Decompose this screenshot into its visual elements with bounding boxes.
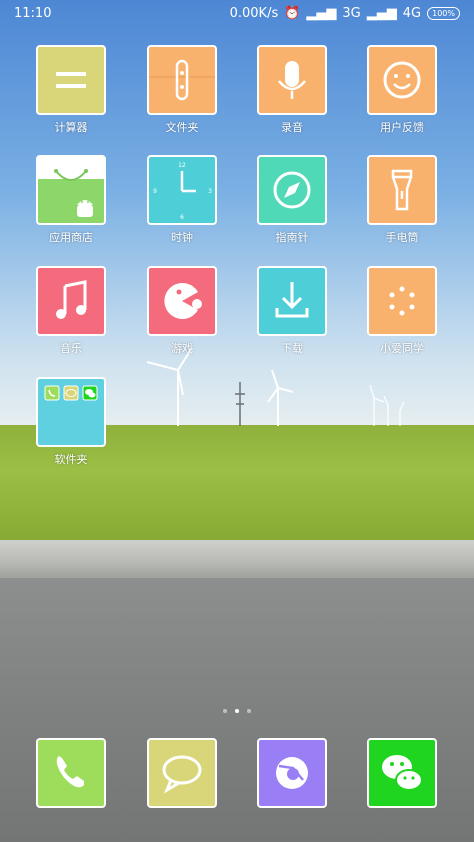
app-flashlight[interactable]: 手电筒 xyxy=(352,155,452,245)
app-label: 用户反馈 xyxy=(380,121,424,134)
signal-icon: ▂▄▆ xyxy=(306,6,337,21)
app-label: 指南针 xyxy=(275,231,309,244)
status-time: 11:10 xyxy=(14,6,52,21)
app-games[interactable]: 游戏 xyxy=(132,266,232,356)
battery-indicator: 100% xyxy=(427,7,460,20)
wechat-icon xyxy=(367,738,437,808)
status-right-group: 0.00K/s ⏰ ▂▄▆ 3G ▂▄▆ 4G 100% xyxy=(230,6,460,21)
page-dot[interactable] xyxy=(223,709,227,713)
microphone-icon xyxy=(257,45,327,115)
app-label: 下载 xyxy=(281,342,303,355)
app-feedback[interactable]: 用户反馈 xyxy=(352,45,452,135)
compass-icon xyxy=(257,155,327,225)
app-compass[interactable]: 指南针 xyxy=(242,155,342,245)
app-label: 计算器 xyxy=(54,121,88,134)
status-bar: 11:10 0.00K/s ⏰ ▂▄▆ 3G ▂▄▆ 4G 100% xyxy=(0,0,474,28)
app-store-bag-icon xyxy=(36,155,106,225)
signal-1-label: 3G xyxy=(342,6,361,21)
app-label: 录音 xyxy=(281,121,303,134)
app-assistant[interactable]: 小爱同学 xyxy=(352,266,452,356)
app-label: 手电筒 xyxy=(385,231,419,244)
folder-software[interactable]: 软件夹 xyxy=(21,377,121,467)
app-clock[interactable]: 12 3 6 9 时钟 xyxy=(132,155,232,245)
svg-text:6: 6 xyxy=(180,214,184,221)
alarm-icon: ⏰ xyxy=(284,6,301,21)
app-label: 时钟 xyxy=(171,231,193,244)
net-speed: 0.00K/s xyxy=(229,6,279,21)
file-manager-icon xyxy=(147,45,217,115)
music-note-icon xyxy=(36,266,106,336)
dock-wechat[interactable] xyxy=(352,738,452,808)
page-dot-current[interactable] xyxy=(235,709,239,713)
app-recorder[interactable]: 录音 xyxy=(242,45,342,135)
page-dot[interactable] xyxy=(247,709,251,713)
dock-messages[interactable] xyxy=(132,738,232,808)
app-store[interactable]: 应用商店 xyxy=(21,155,121,245)
assistant-dots-icon xyxy=(367,266,437,336)
app-label: 应用商店 xyxy=(49,231,93,244)
app-file-manager[interactable]: 文件夹 xyxy=(132,45,232,135)
app-label: 音乐 xyxy=(60,342,82,355)
app-music[interactable]: 音乐 xyxy=(21,266,121,356)
app-downloads[interactable]: 下载 xyxy=(242,266,342,356)
folder-label: 软件夹 xyxy=(54,453,88,466)
folder-icon xyxy=(36,377,106,447)
svg-text:9: 9 xyxy=(153,188,157,195)
app-label: 文件夹 xyxy=(165,121,199,134)
svg-text:3: 3 xyxy=(208,188,212,195)
phone-icon xyxy=(36,738,106,808)
page-indicator xyxy=(0,709,474,713)
svg-text:12: 12 xyxy=(178,162,186,169)
flashlight-icon xyxy=(367,155,437,225)
dock-phone[interactable] xyxy=(21,738,121,808)
signal-2-label: 4G xyxy=(402,6,422,21)
signal-icon: ▂▄▆ xyxy=(366,6,397,21)
browser-icon xyxy=(257,738,327,808)
app-label: 小爱同学 xyxy=(380,342,424,355)
app-calculator[interactable]: 计算器 xyxy=(21,45,121,135)
game-pacman-icon xyxy=(147,266,217,336)
calculator-icon xyxy=(36,45,106,115)
dock-browser[interactable] xyxy=(242,738,342,808)
message-icon xyxy=(147,738,217,808)
clock-icon: 12 3 6 9 xyxy=(147,155,217,225)
smiley-icon xyxy=(367,45,437,115)
app-label: 游戏 xyxy=(171,342,193,355)
download-icon xyxy=(257,266,327,336)
